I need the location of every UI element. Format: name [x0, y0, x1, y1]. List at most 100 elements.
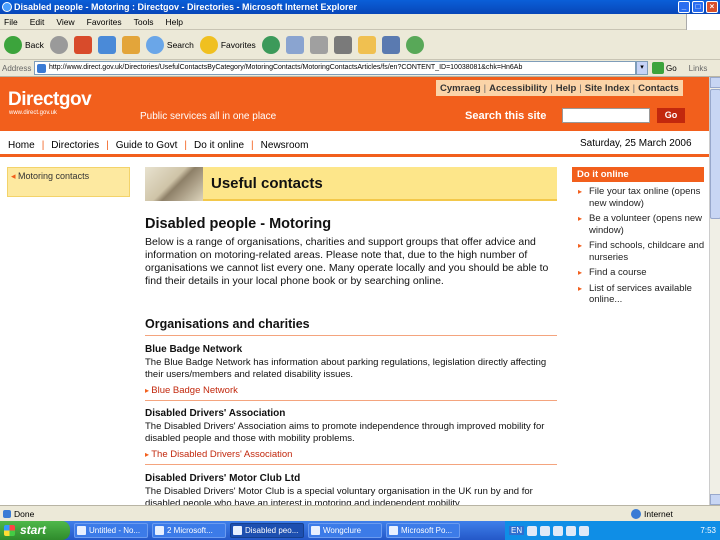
- back-arrow-icon: [4, 35, 22, 54]
- edit-icon: [333, 35, 352, 54]
- scroll-up-button[interactable]: [710, 77, 720, 88]
- go-arrow-icon: [652, 62, 664, 74]
- tray-icon[interactable]: [553, 525, 564, 536]
- top-link-help[interactable]: Help: [556, 83, 577, 94]
- print-button[interactable]: [309, 35, 328, 54]
- back-button[interactable]: Back: [4, 35, 44, 54]
- org-link[interactable]: Blue Badge Network: [145, 385, 557, 396]
- directgov-logo[interactable]: Directgov: [8, 89, 92, 111]
- right-item-services-online[interactable]: List of services available online...: [577, 283, 705, 306]
- menu-favorites[interactable]: Favorites: [87, 17, 122, 27]
- home-button[interactable]: [121, 35, 140, 54]
- go-button[interactable]: Go: [652, 62, 677, 74]
- right-item-find-schools[interactable]: Find schools, childcare and nurseries: [577, 240, 705, 263]
- messenger-icon: [405, 35, 424, 54]
- scroll-thumb[interactable]: [710, 89, 720, 219]
- tray-icon[interactable]: [579, 525, 590, 536]
- address-bar: Address http://www.direct.gov.uk/Directo…: [0, 60, 720, 77]
- scroll-down-button[interactable]: [710, 494, 720, 505]
- site-search-go-button[interactable]: Go: [657, 108, 685, 123]
- org-blue-badge-network: Blue Badge Network The Blue Badge Networ…: [145, 344, 557, 401]
- edit-button[interactable]: [333, 35, 352, 54]
- taskbar-item-notepad[interactable]: Untitled - No...: [74, 523, 148, 538]
- top-link-contacts[interactable]: Contacts: [638, 83, 679, 94]
- links-button[interactable]: Links: [689, 64, 708, 73]
- taskbar: start Untitled - No... 2 Microsoft... Di…: [0, 521, 720, 540]
- menu-view[interactable]: View: [56, 17, 74, 27]
- site-header: Directgov www.direct.gov.uk Public servi…: [0, 77, 709, 131]
- favorites-button[interactable]: Favorites: [199, 35, 256, 54]
- right-item-volunteer[interactable]: Be a volunteer (opens new window): [577, 213, 705, 236]
- logo-url: www.direct.gov.uk: [9, 110, 57, 116]
- messenger-button[interactable]: [405, 35, 424, 54]
- start-button[interactable]: start: [0, 521, 70, 540]
- address-dropdown[interactable]: ▾: [636, 61, 648, 75]
- address-input[interactable]: http://www.direct.gov.uk/Directories/Use…: [34, 61, 636, 75]
- forward-button[interactable]: [49, 35, 68, 54]
- left-nav-box: Motoring contacts: [7, 167, 130, 197]
- mail-button[interactable]: [285, 35, 304, 54]
- ie-icon: [2, 2, 12, 12]
- taskbar-item-powerpoint[interactable]: Microsoft Po...: [386, 523, 460, 538]
- org-description: The Blue Badge Network has information a…: [145, 357, 547, 380]
- site-tagline: Public services all in one place: [140, 111, 277, 122]
- org-description: The Disabled Drivers' Motor Club is a sp…: [145, 486, 533, 505]
- org-description: The Disabled Drivers' Association aims t…: [145, 421, 545, 444]
- org-divider: [145, 464, 557, 465]
- org-disabled-drivers-motor-club: Disabled Drivers' Motor Club Ltd The Dis…: [145, 473, 557, 505]
- system-tray: EN 7:53: [505, 521, 720, 540]
- close-button[interactable]: ×: [706, 1, 718, 13]
- nav-directories[interactable]: Directories: [51, 140, 99, 151]
- right-item-file-tax[interactable]: File your tax online (opens new window): [577, 186, 705, 209]
- org-name: Blue Badge Network: [145, 344, 243, 355]
- page-title: Disabled people - Motoring: [145, 216, 332, 232]
- nav-divider: [0, 154, 709, 157]
- org-disabled-drivers-association: Disabled Drivers' Association The Disabl…: [145, 408, 557, 465]
- language-indicator[interactable]: EN: [509, 526, 525, 535]
- folder-button[interactable]: [357, 35, 376, 54]
- search-button[interactable]: Search: [145, 35, 194, 54]
- taskbar-item-wongclure[interactable]: Wongclure: [308, 523, 382, 538]
- taskbar-item-disabled-people[interactable]: Disabled peo...: [230, 523, 304, 538]
- nav-do-it-online[interactable]: Do it online: [194, 140, 244, 151]
- tray-icon[interactable]: [527, 525, 538, 536]
- top-links: Cymraeg | Accessibility | Help | Site Index…: [436, 80, 683, 96]
- page-viewport: Directgov www.direct.gov.uk Public servi…: [0, 77, 709, 505]
- tray-icon[interactable]: [566, 525, 577, 536]
- org-link[interactable]: The Disabled Drivers' Association: [145, 449, 557, 460]
- org-name: Disabled Drivers' Motor Club Ltd: [145, 473, 301, 484]
- top-link-accessibility[interactable]: Accessibility: [489, 83, 547, 94]
- history-icon: [261, 35, 280, 54]
- title-bar: Disabled people - Motoring : Directgov -…: [0, 0, 720, 14]
- clock: 7:53: [700, 526, 716, 535]
- menu-file[interactable]: File: [4, 17, 18, 27]
- menu-help[interactable]: Help: [165, 17, 182, 27]
- maximize-button[interactable]: □: [692, 1, 704, 13]
- section-divider: [145, 335, 557, 336]
- nav-guide-to-govt[interactable]: Guide to Govt: [116, 140, 178, 151]
- search-label: Search this site: [465, 110, 547, 122]
- taskbar-item-microsoft[interactable]: 2 Microsoft...: [152, 523, 226, 538]
- nav-newsroom[interactable]: Newsroom: [261, 140, 309, 151]
- star-icon: [199, 35, 218, 54]
- site-search-input[interactable]: [562, 108, 650, 123]
- stop-button[interactable]: [73, 35, 92, 54]
- history-button[interactable]: [261, 35, 280, 54]
- top-link-site-index[interactable]: Site Index: [585, 83, 630, 94]
- minimize-button[interactable]: _: [678, 1, 690, 13]
- right-item-find-course[interactable]: Find a course: [577, 267, 705, 279]
- home-icon: [121, 35, 140, 54]
- forward-arrow-icon: [49, 35, 68, 54]
- section-heading: Organisations and charities: [145, 317, 310, 331]
- window-controls: _ □ ×: [678, 1, 718, 13]
- menu-edit[interactable]: Edit: [30, 17, 45, 27]
- tray-icon[interactable]: [540, 525, 551, 536]
- nav-home[interactable]: Home: [8, 140, 35, 151]
- research-button[interactable]: [381, 35, 400, 54]
- refresh-button[interactable]: [97, 35, 116, 54]
- left-nav-motoring-contacts[interactable]: Motoring contacts: [11, 171, 89, 182]
- vertical-scrollbar[interactable]: [709, 77, 720, 505]
- top-link-cymraeg[interactable]: Cymraeg: [440, 83, 481, 94]
- do-it-online-list: File your tax online (opens new window) …: [577, 186, 705, 310]
- menu-tools[interactable]: Tools: [134, 17, 154, 27]
